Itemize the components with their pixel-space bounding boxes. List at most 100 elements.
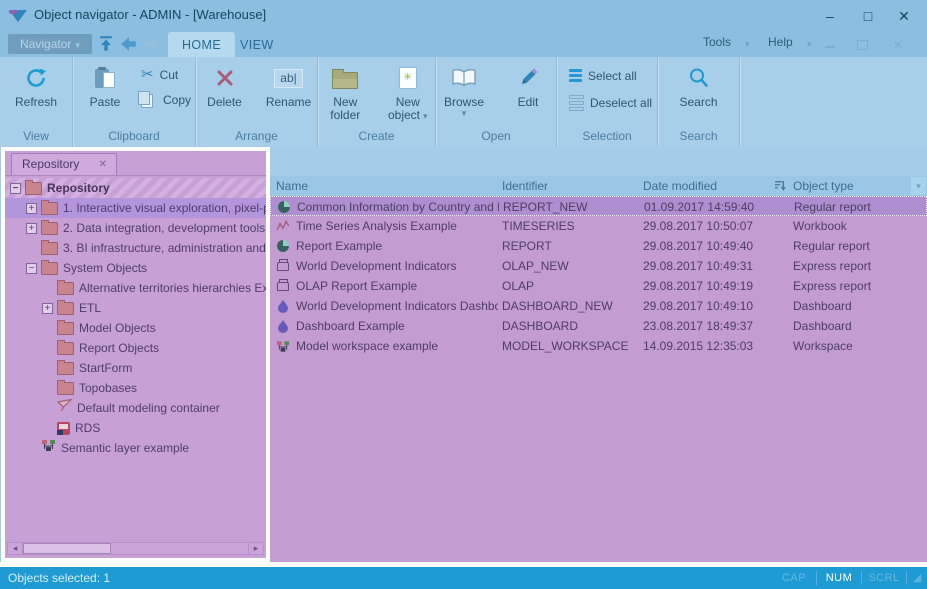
expand-icon[interactable] — [26, 202, 37, 214]
tree-node-alt-territories[interactable]: Alternative territories hierarchies Exam — [5, 278, 266, 298]
column-header-date-modified[interactable]: Date modified — [643, 176, 717, 196]
back-button[interactable] — [119, 35, 139, 53]
folder-icon — [57, 320, 74, 335]
select-all-button[interactable]: Select all — [569, 67, 652, 84]
tree-node-label: Model Objects — [79, 321, 156, 335]
refresh-button[interactable]: Refresh — [8, 63, 64, 109]
cell-name: Dashboard Example — [296, 319, 405, 333]
tools-menu[interactable]: Tools — [703, 35, 731, 49]
cell-date: 23.08.2017 18:49:37 — [643, 319, 754, 333]
up-level-button[interactable] — [96, 35, 116, 53]
paste-button[interactable]: Paste — [77, 63, 133, 109]
ribbon-group-search: Search Search — [658, 57, 740, 147]
edit-pencil-icon — [521, 68, 538, 85]
copy-button[interactable]: Copy — [137, 91, 191, 108]
maximize-button[interactable]: □ — [851, 4, 885, 28]
table-row[interactable]: World Development Indicators OLAP_NEW 29… — [270, 256, 927, 276]
folder-icon — [57, 360, 74, 375]
browse-book-icon — [452, 68, 476, 86]
tree-node-modeling-container[interactable]: Default modeling container — [5, 398, 266, 418]
tree-node-repository[interactable]: Repository — [5, 178, 266, 198]
table-row[interactable]: World Development Indicators Dashboard D… — [270, 296, 927, 316]
tree-node-report-objects[interactable]: Report Objects — [5, 338, 266, 358]
scroll-left-icon[interactable]: ◂ — [8, 543, 23, 554]
tree-node-topobases[interactable]: Topobases — [5, 378, 266, 398]
sort-descending-icon[interactable] — [775, 181, 786, 191]
tree-node-etl[interactable]: ETL — [5, 298, 266, 318]
tree-node-section1[interactable]: 1. Interactive visual exploration, pixel… — [5, 198, 266, 218]
column-header-name[interactable]: Name — [276, 176, 308, 196]
mdi-minimize-button[interactable] — [817, 37, 843, 53]
column-header-object-type[interactable]: Object type — [793, 176, 854, 196]
collapse-icon[interactable] — [10, 182, 21, 194]
repository-tab[interactable]: Repository ✕ — [11, 153, 117, 175]
help-chevron-icon[interactable]: ▾ — [807, 39, 812, 50]
collapse-icon[interactable] — [26, 262, 37, 274]
tree-node-section3[interactable]: 3. BI infrastructure, administration and… — [5, 238, 266, 258]
tree-node-rds[interactable]: RDS — [5, 418, 266, 438]
navigator-menu-button[interactable]: Navigator ▾ — [8, 34, 92, 54]
object-list-rows: Common Information by Country and Ra... … — [270, 196, 927, 562]
tree-node-label: Repository — [47, 181, 110, 195]
copy-label: Copy — [162, 92, 191, 107]
tree-node-label: Report Objects — [79, 341, 160, 355]
edit-label: Edit — [517, 95, 539, 109]
cell-identifier: MODEL_WORKSPACE — [502, 339, 629, 353]
new-folder-button[interactable]: New folder — [318, 63, 373, 122]
help-menu[interactable]: Help — [768, 35, 793, 49]
deselect-all-button[interactable]: Deselect all — [569, 93, 652, 113]
mdi-close-button[interactable]: ✕ — [885, 37, 911, 53]
modeling-container-icon — [56, 398, 73, 418]
copy-icon — [137, 91, 153, 108]
table-row[interactable]: Time Series Analysis Example TIMESERIES … — [270, 216, 927, 236]
tree-node-section2[interactable]: 2. Data integration, development tools a — [5, 218, 266, 238]
rename-button[interactable]: ab| Rename — [261, 63, 317, 109]
table-row[interactable]: Common Information by Country and Ra... … — [270, 196, 927, 216]
list-header: Name Identifier Date modified Object typ… — [270, 176, 927, 196]
tree-node-system-objects[interactable]: System Objects — [5, 258, 266, 278]
paste-label: Paste — [89, 95, 121, 109]
cell-type: Express report — [793, 279, 872, 293]
scrollbar-thumb[interactable] — [23, 543, 111, 554]
table-row[interactable]: Model workspace example MODEL_WORKSPACE … — [270, 336, 927, 356]
folder-icon — [57, 340, 74, 355]
folder-icon — [41, 240, 58, 255]
folder-icon — [57, 300, 74, 315]
close-button[interactable]: ✕ — [887, 4, 921, 28]
scroll-right-icon[interactable]: ▸ — [248, 543, 263, 554]
expand-icon[interactable] — [26, 222, 37, 234]
column-header-identifier[interactable]: Identifier — [502, 176, 548, 196]
header-dropdown-icon[interactable]: ▾ — [911, 177, 926, 195]
search-button[interactable]: Search — [671, 63, 727, 109]
delete-button[interactable]: Delete — [197, 63, 253, 109]
tree-node-semantic-layer[interactable]: Semantic layer example — [5, 438, 266, 458]
dashboard-icon — [276, 319, 290, 333]
tree-node-model-objects[interactable]: Model Objects — [5, 318, 266, 338]
rds-icon — [57, 421, 70, 435]
express-report-icon — [276, 258, 290, 273]
mdi-restore-button[interactable] — [849, 37, 875, 53]
cell-date: 29.08.2017 10:50:07 — [643, 219, 754, 233]
expand-icon[interactable] — [42, 302, 53, 314]
new-object-button[interactable]: New object▾ — [381, 63, 436, 123]
minimize-button[interactable]: – — [813, 4, 847, 28]
tree-node-startform[interactable]: StartForm — [5, 358, 266, 378]
tree-node-label: Semantic layer example — [61, 441, 190, 455]
resize-grip-icon[interactable]: ◢ — [907, 567, 927, 589]
navigator-label: Navigator — [20, 37, 72, 51]
cell-type: Dashboard — [793, 319, 852, 333]
edit-button[interactable]: Edit — [500, 63, 556, 109]
tree-horizontal-scrollbar[interactable]: ◂ ▸ — [7, 542, 264, 555]
tools-chevron-icon[interactable]: ▾ — [745, 39, 750, 50]
tab-view[interactable]: VIEW — [226, 32, 288, 57]
close-tab-icon[interactable]: ✕ — [99, 154, 107, 175]
browse-button[interactable]: Browse ▾ — [436, 63, 492, 118]
folder-icon — [25, 180, 42, 195]
cut-button[interactable]: ✂ Cut — [141, 67, 191, 82]
tree-node-label: Topobases — [79, 381, 138, 395]
table-row[interactable]: Dashboard Example DASHBOARD 23.08.2017 1… — [270, 316, 927, 336]
table-row[interactable]: Report Example REPORT 29.08.2017 10:49:4… — [270, 236, 927, 256]
forward-button[interactable] — [141, 35, 161, 53]
table-row[interactable]: OLAP Report Example OLAP 29.08.2017 10:4… — [270, 276, 927, 296]
status-objects-selected: Objects selected: 1 — [8, 571, 111, 585]
